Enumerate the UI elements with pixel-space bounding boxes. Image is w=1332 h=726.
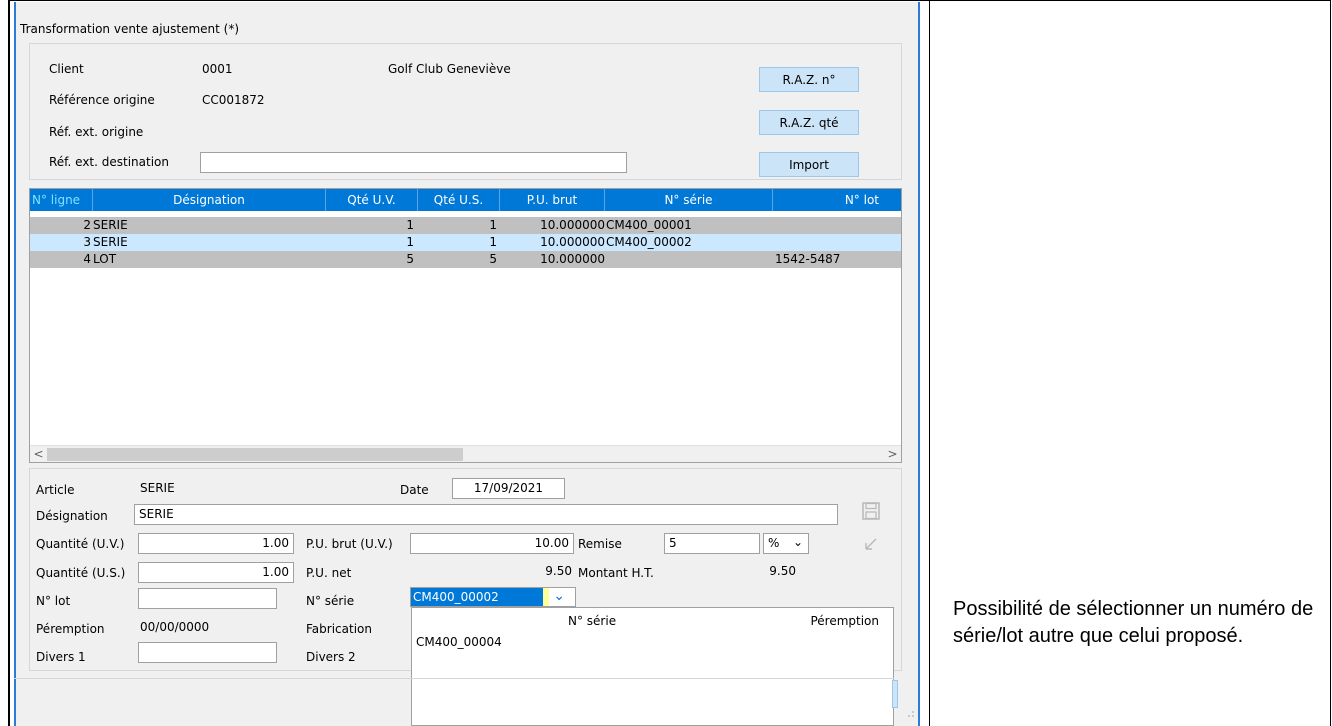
- col-header-ligne[interactable]: N° ligne: [30, 189, 93, 211]
- date-field[interactable]: 17/09/2021: [452, 478, 565, 499]
- ref-origine-label: Référence origine: [49, 93, 155, 107]
- designation-label: Désignation: [36, 509, 108, 523]
- article-label: Article: [36, 483, 75, 497]
- scroll-thumb[interactable]: [47, 448, 463, 461]
- peremption-value: 00/00/0000: [140, 620, 210, 634]
- serie-dropdown-list[interactable]: N° série Péremption CM400_00004: [411, 607, 894, 726]
- ref-ext-origine-label: Réf. ext. origine: [49, 125, 144, 139]
- scroll-right-icon[interactable]: >: [884, 446, 901, 462]
- remise-unit-value: %: [768, 536, 780, 550]
- chevron-down-icon: ⌄: [792, 535, 803, 549]
- cell-serie: CM400_00002: [606, 235, 692, 249]
- col-header-designation[interactable]: Désignation: [93, 189, 326, 211]
- cell-pu-brut: 10.000000: [540, 252, 605, 266]
- client-code: 0001: [202, 62, 233, 76]
- cell-serie: [606, 251, 773, 268]
- pu-net-label: P.U. net: [306, 566, 352, 580]
- lines-grid[interactable]: N° ligne Désignation Qté U.V. Qté U.S. P…: [29, 188, 902, 463]
- cell-ligne: 3: [83, 235, 91, 249]
- col-header-qte-uv[interactable]: Qté U.V.: [326, 189, 418, 211]
- import-button[interactable]: Import: [759, 152, 859, 177]
- remise-field[interactable]: 5: [664, 533, 760, 554]
- table-row[interactable]: 3 SERIE 1 1 10.000000 CM400_00002: [30, 234, 901, 251]
- pu-brut-label: P.U. brut (U.V.): [306, 537, 393, 551]
- cell-designation: SERIE: [93, 218, 128, 232]
- cell-ligne: 4: [83, 252, 91, 266]
- cell-lot: 1542-5487: [775, 252, 841, 266]
- list-item[interactable]: CM400_00004: [416, 635, 502, 649]
- montant-label: Montant H.T.: [578, 566, 654, 580]
- cell-designation: SERIE: [93, 235, 128, 249]
- ref-ext-dest-input[interactable]: [200, 152, 627, 173]
- montant-value: 9.50: [769, 564, 796, 578]
- cell-qte-us: 1: [489, 235, 497, 249]
- cell-qte-uv: 1: [406, 218, 414, 232]
- article-value: SERIE: [140, 481, 175, 495]
- scroll-left-icon[interactable]: <: [30, 446, 47, 462]
- num-serie-combo[interactable]: CM400_00002 ⌄: [410, 587, 576, 607]
- qte-us-label: Quantité (U.S.): [36, 566, 126, 580]
- col-header-serie[interactable]: N° série: [605, 189, 773, 211]
- cell-lot: [775, 217, 901, 234]
- pu-net-value: 9.50: [545, 564, 572, 578]
- cell-serie: CM400_00001: [606, 218, 692, 232]
- window-bottom-divider: [14, 678, 894, 679]
- date-label: Date: [400, 483, 429, 497]
- save-icon[interactable]: [860, 500, 882, 522]
- client-name: Golf Club Geneviève: [388, 62, 511, 76]
- divers1-field[interactable]: [138, 642, 277, 663]
- designation-field[interactable]: SERIE: [134, 504, 838, 525]
- qte-uv-label: Quantité (U.V.): [36, 537, 125, 551]
- cell-pu-brut: 10.000000: [540, 235, 605, 249]
- num-serie-value: CM400_00002: [411, 588, 543, 606]
- num-serie-label: N° série: [306, 594, 355, 608]
- num-lot-field[interactable]: [138, 588, 277, 609]
- peremption-label: Péremption: [36, 622, 105, 636]
- table-column-divider: [929, 0, 930, 726]
- qte-uv-field[interactable]: 1.00: [138, 533, 294, 554]
- col-header-pu-brut[interactable]: P.U. brut: [500, 189, 605, 211]
- undo-icon[interactable]: [860, 533, 882, 555]
- cell-qte-uv: 5: [406, 252, 414, 266]
- col-header-qte-us[interactable]: Qté U.S.: [418, 189, 500, 211]
- num-lot-label: N° lot: [36, 594, 71, 608]
- client-label: Client: [49, 62, 84, 76]
- grid-header: N° ligne Désignation Qté U.V. Qté U.S. P…: [30, 189, 901, 211]
- cell-pu-brut: 10.000000: [540, 218, 605, 232]
- col-header-lot[interactable]: N° lot: [773, 189, 901, 211]
- remise-label: Remise: [578, 537, 622, 551]
- cell-qte-uv: 1: [406, 235, 414, 249]
- cell-qte-us: 5: [489, 252, 497, 266]
- divers2-label: Divers 2: [306, 650, 356, 664]
- divers1-label: Divers 1: [36, 650, 86, 664]
- side-note: Possibilité de sélectionner un numéro de…: [953, 598, 1314, 647]
- cell-lot: [775, 234, 901, 251]
- table-row[interactable]: 4 LOT 5 5 10.000000 1542-5487: [30, 251, 901, 268]
- resize-grip-icon[interactable]: [897, 700, 919, 722]
- cell-qte-us: 1: [489, 218, 497, 232]
- cell-ligne: 2: [83, 218, 91, 232]
- dropdown-col-peremption: Péremption: [810, 614, 879, 628]
- pu-brut-field[interactable]: 10.00: [410, 533, 574, 554]
- window-title: Transformation vente ajustement (*): [20, 22, 240, 36]
- horizontal-scrollbar[interactable]: < >: [30, 445, 901, 462]
- fabrication-label: Fabrication: [306, 622, 372, 636]
- ref-origine-value: CC001872: [202, 93, 265, 107]
- raz-qte-button[interactable]: R.A.Z. qté: [759, 110, 859, 135]
- caret-highlight: [543, 588, 549, 606]
- qte-us-field[interactable]: 1.00: [138, 562, 294, 583]
- cell-designation: LOT: [93, 252, 117, 266]
- raz-num-button[interactable]: R.A.Z. n°: [759, 67, 859, 92]
- table-row[interactable]: 2 SERIE 1 1 10.000000 CM400_00001: [30, 217, 901, 234]
- remise-unit-select[interactable]: % ⌄: [763, 533, 809, 554]
- chevron-down-icon[interactable]: ⌄: [553, 588, 565, 604]
- dropdown-col-serie: N° série: [568, 614, 617, 628]
- ref-ext-dest-label: Réf. ext. destination: [49, 155, 170, 169]
